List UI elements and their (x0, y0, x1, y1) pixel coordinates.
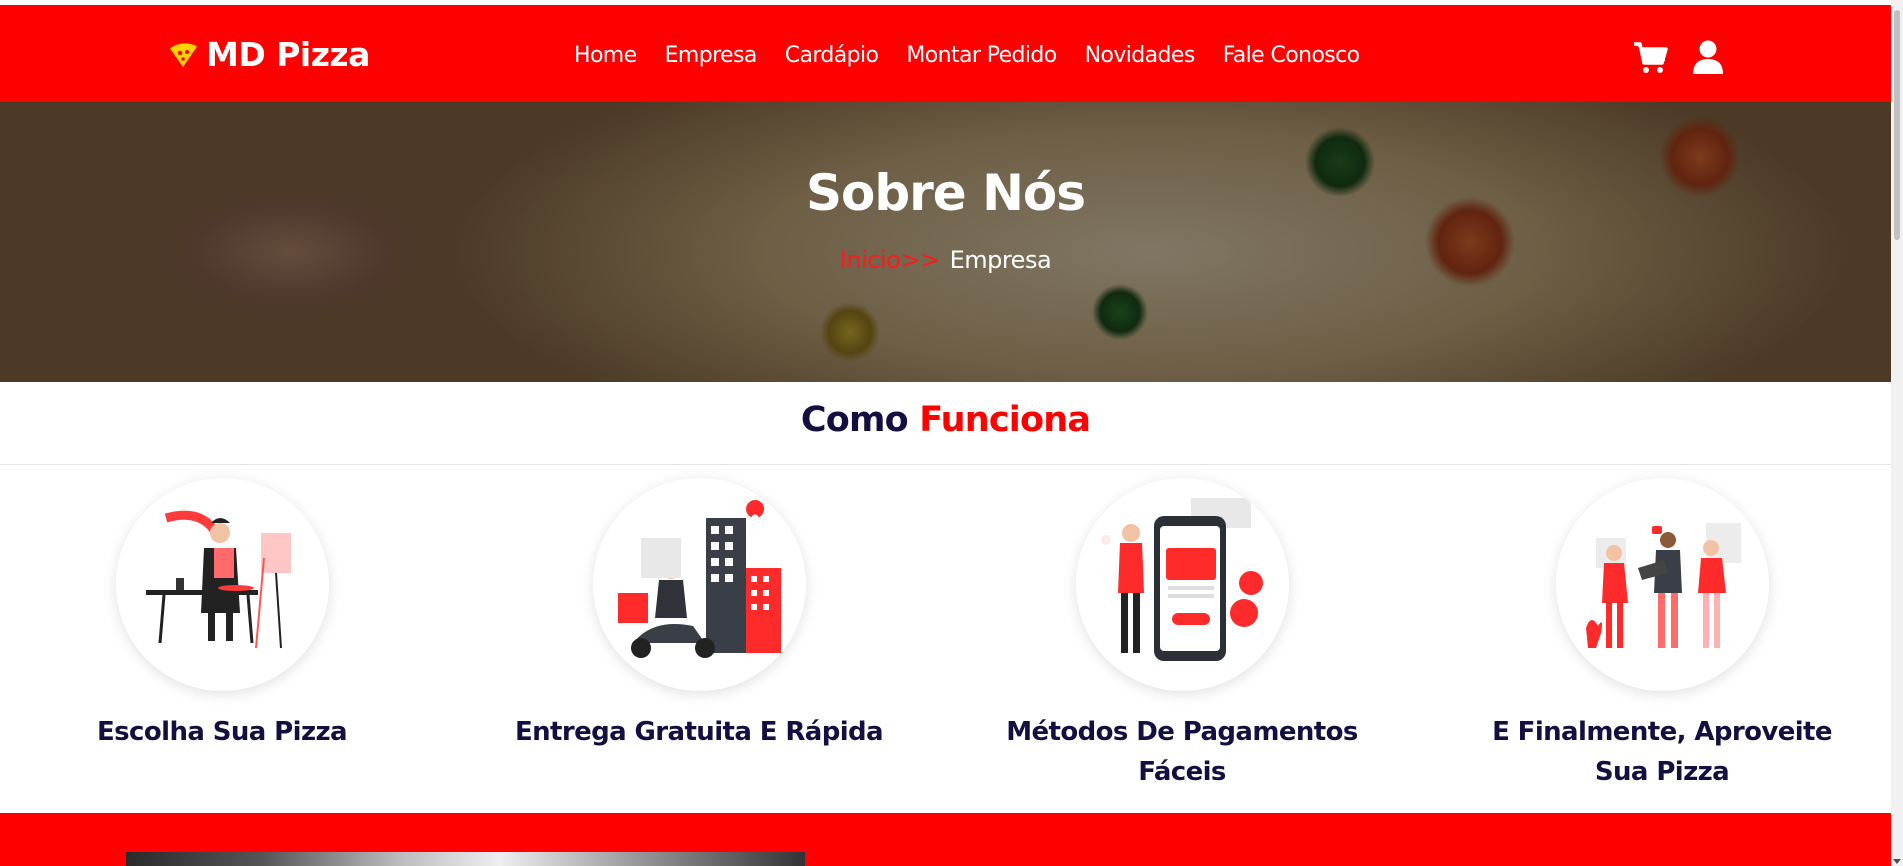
section-heading: Como Funciona (0, 400, 1891, 440)
pizza-slice-icon (169, 42, 197, 67)
main-nav: Home Empresa Cardápio Montar Pedido Novi… (574, 43, 1360, 68)
site-header: MD Pizza Home Empresa Cardápio Montar Pe… (0, 5, 1891, 102)
chef-illustration (115, 478, 329, 691)
payment-illustration (1075, 478, 1289, 691)
nav-novidades[interactable]: Novidades (1085, 43, 1196, 68)
step-label: E Finalmente, Aproveite Sua Pizza (1492, 717, 1832, 787)
nav-fale-conosco[interactable]: Fale Conosco (1223, 43, 1360, 68)
breadcrumb-separator: >> (900, 246, 940, 274)
step-card-enjoy: E Finalmente, Aproveite Sua Pizza (1442, 478, 1882, 792)
user-icon[interactable] (1690, 39, 1726, 75)
step-label: Escolha Sua Pizza (97, 717, 348, 747)
steps-list: Escolha Sua Pizza Entrega Gratuita E Ráp… (0, 478, 1891, 813)
breadcrumb-home-link[interactable]: Inicio (840, 246, 901, 274)
friends-illustration (1555, 478, 1769, 691)
step-label: Entrega Gratuita E Rápida (514, 717, 884, 747)
heading-part-2: Funciona (919, 400, 1091, 440)
brand-name: MD Pizza (206, 35, 370, 74)
step-card-delivery: Entrega Gratuita E Rápida (479, 478, 919, 752)
step-card-payment: Métodos De Pagamentos Fáceis (962, 478, 1402, 792)
delivery-illustration (592, 478, 806, 691)
page-scrollbar[interactable] (1891, 0, 1903, 866)
step-label: Métodos De Pagamentos Fáceis (1006, 717, 1358, 787)
scroll-down-arrow-icon[interactable] (1893, 859, 1901, 864)
header-actions (1632, 39, 1726, 75)
about-image-top (126, 852, 805, 866)
section-divider (0, 464, 1891, 465)
hero-overlay (0, 102, 1891, 382)
heading-part-1: Como (800, 400, 909, 440)
nav-cardapio[interactable]: Cardápio (785, 43, 879, 68)
nav-home[interactable]: Home (574, 43, 637, 68)
cart-icon[interactable] (1632, 39, 1668, 75)
scrollbar-thumb[interactable] (1894, 10, 1900, 240)
breadcrumb-current: Empresa (949, 246, 1052, 274)
nav-empresa[interactable]: Empresa (665, 43, 758, 68)
breadcrumb: Inicio>> Empresa (0, 246, 1891, 274)
logo[interactable]: MD Pizza (168, 35, 370, 74)
nav-montar-pedido[interactable]: Montar Pedido (906, 43, 1057, 68)
page-title: Sobre Nós (805, 164, 1086, 222)
hero-banner: Sobre Nós Inicio>> Empresa (0, 102, 1891, 382)
step-card-choose-pizza: Escolha Sua Pizza (2, 478, 442, 752)
